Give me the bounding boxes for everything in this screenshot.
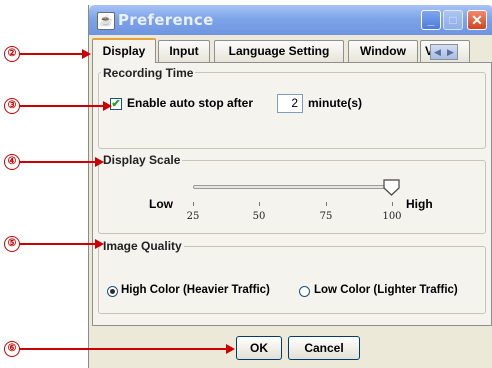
tab-scroll-buttons: ◀ ▶ [430,44,458,60]
callout-3-arrow-icon [103,101,112,111]
title-bar[interactable]: ☕ Preference _ □ ✕ [89,5,492,35]
tab-scroll-left-icon[interactable]: ◀ [431,45,444,59]
image-quality-group [98,246,486,314]
tick-label-25: 25 [186,211,200,222]
tab-input[interactable]: Input [158,40,210,62]
display-scale-title: Display Scale [101,153,183,167]
image-quality-title: Image Quality [101,239,184,253]
slider-thumb[interactable] [383,179,401,197]
high-color-label[interactable]: High Color (Heavier Traffic) [121,284,270,296]
callout-2: ② [4,46,20,62]
scale-low-label: Low [149,197,173,211]
cancel-button[interactable]: Cancel [288,336,360,360]
callout-5-line [20,243,96,245]
auto-stop-label: Enable auto stop after [127,96,254,110]
callout-6-line [20,348,227,350]
callout-5-arrow-icon [95,239,104,249]
tick-label-75: 75 [319,211,333,222]
callout-6-arrow-icon [226,344,235,354]
tick-100 [392,202,393,206]
low-color-label[interactable]: Low Color (Lighter Traffic) [314,284,458,296]
tab-window[interactable]: Window [348,40,418,62]
recording-time-title: Recording Time [101,66,196,80]
minimize-button[interactable]: _ [421,10,441,30]
callout-3: ③ [4,98,20,114]
tick-25 [193,202,194,206]
callout-4-arrow-icon [95,157,104,167]
callout-4-line [20,161,96,163]
callout-6: ⑥ [4,341,20,357]
tick-50 [259,202,260,206]
high-color-radio[interactable] [107,286,118,297]
low-color-radio[interactable] [299,286,310,297]
tick-75 [326,202,327,206]
window-title: Preference [118,11,214,29]
minutes-field[interactable]: 2 [277,94,303,113]
callout-4: ④ [4,154,20,170]
display-scale-slider[interactable] [193,185,393,189]
tab-display[interactable]: Display [92,38,156,63]
maximize-button[interactable]: □ [443,10,463,30]
ok-button[interactable]: OK [236,336,282,360]
tab-language-setting[interactable]: Language Setting [214,40,344,62]
callout-5: ⑤ [4,236,20,252]
scale-high-label: High [406,197,433,211]
callout-3-line [20,105,104,107]
tick-label-100: 100 [382,211,402,222]
java-cup-icon: ☕ [97,12,115,30]
callout-2-line [20,53,83,55]
close-button[interactable]: ✕ [467,10,487,30]
callout-2-arrow-icon [82,49,91,59]
tick-label-50: 50 [252,211,266,222]
tab-scroll-right-icon[interactable]: ▶ [444,45,457,59]
minutes-unit-label: minute(s) [308,96,362,110]
